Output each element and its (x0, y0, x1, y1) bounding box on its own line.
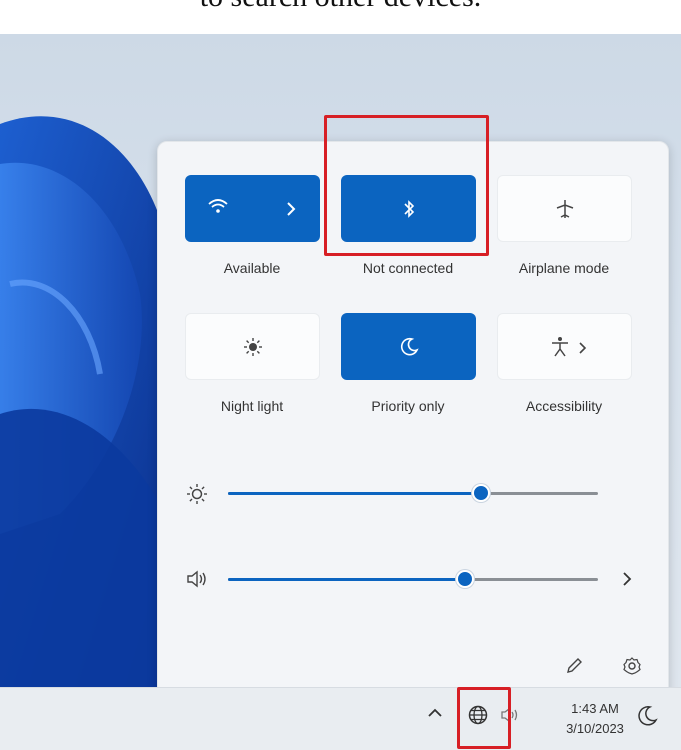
night-light-tile[interactable] (185, 313, 320, 380)
network-highlight-box (457, 687, 511, 749)
moon-icon[interactable] (638, 705, 658, 727)
volume-thumb[interactable] (456, 570, 474, 588)
speaker-icon[interactable] (186, 570, 208, 593)
pencil-icon[interactable] (564, 656, 584, 681)
brightness-icon (186, 483, 208, 510)
caption-text: to search other devices. (0, 0, 681, 14)
wifi-expand-chevron-icon[interactable] (286, 175, 296, 242)
airplane-mode-tile[interactable] (497, 175, 632, 242)
brightness-thumb[interactable] (472, 484, 490, 502)
clock-date[interactable]: 3/10/2023 (550, 721, 640, 736)
airplane-mode-label: Airplane mode (518, 260, 610, 276)
sun-icon (243, 337, 263, 357)
bluetooth-highlight-box (324, 115, 489, 256)
volume-fill (228, 578, 464, 581)
focus-tile[interactable] (341, 313, 476, 380)
moon-icon (399, 337, 419, 357)
wifi-label: Available (223, 260, 281, 276)
gear-icon[interactable] (622, 656, 642, 681)
chevron-up-icon[interactable] (428, 708, 442, 718)
bluetooth-label: Not connected (362, 260, 454, 276)
volume-output-chevron-icon[interactable] (622, 571, 632, 592)
caption-bar: to search other devices. (0, 0, 681, 34)
wifi-tile[interactable] (185, 175, 320, 242)
night-light-label: Night light (220, 398, 284, 414)
brightness-fill (228, 492, 480, 495)
wifi-icon (207, 197, 229, 215)
clock-time[interactable]: 1:43 AM (550, 701, 640, 716)
accessibility-chevron-icon[interactable] (579, 314, 587, 381)
accessibility-icon (550, 336, 570, 358)
taskbar: 1:43 AM 3/10/2023 (0, 687, 681, 750)
airplane-icon (554, 198, 576, 220)
accessibility-label: Accessibility (525, 398, 603, 414)
accessibility-tile[interactable] (497, 313, 632, 380)
focus-label: Priority only (371, 398, 445, 414)
